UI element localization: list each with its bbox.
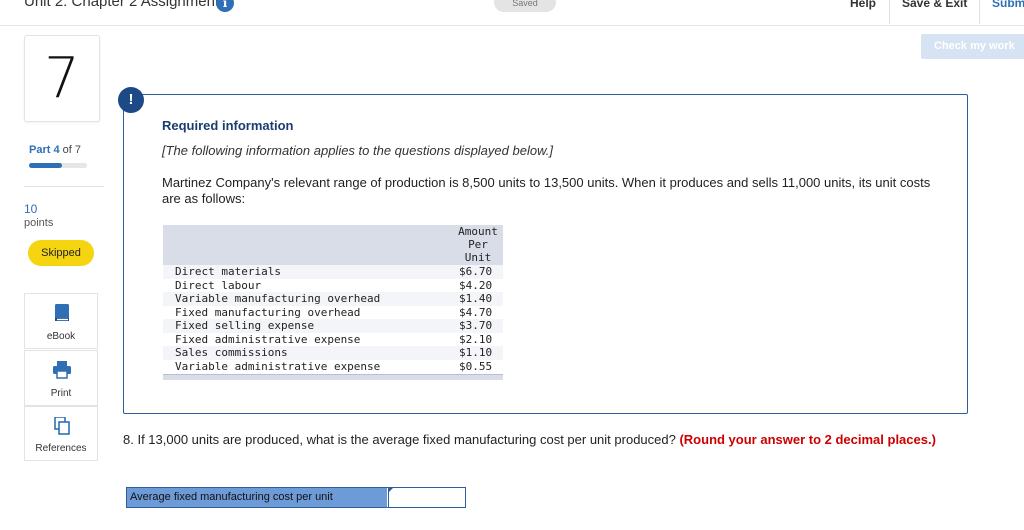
cost-item: Direct materials [175, 265, 281, 278]
header-line: Per [468, 238, 488, 251]
ebook-button[interactable]: eBook [24, 293, 98, 349]
question-text: 8. If 13,000 units are produced, what is… [123, 432, 963, 448]
table-footer [163, 374, 503, 380]
table-row: Direct materials $6.70 [163, 265, 503, 279]
required-info-body: Martinez Company's relevant range of pro… [162, 175, 931, 206]
print-label: Print [50, 388, 72, 399]
book-icon [55, 304, 69, 321]
cost-item: Sales commissions [175, 346, 288, 359]
question-number-card: 7 [24, 35, 100, 122]
submit-link[interactable]: Subm [992, 0, 1024, 10]
copy-icon [54, 417, 70, 435]
question-prompt: 8. If 13,000 units are produced, what is… [123, 432, 676, 447]
cost-value: $3.70 [459, 319, 493, 332]
table-row: Fixed manufacturing overhead $4.70 [163, 306, 503, 320]
required-info-title: Required information [162, 118, 294, 133]
table-body: Direct materials $6.70 Direct labour $4.20 V… [163, 265, 503, 373]
cost-value: $4.70 [459, 305, 493, 319]
references-button[interactable]: References [24, 406, 98, 461]
save-exit-link[interactable]: Save & Exit [902, 0, 967, 10]
cost-item: Fixed manufacturing overhead [175, 305, 361, 319]
table-row: Fixed administrative expense $2.10 [163, 333, 503, 347]
points-label: points [24, 217, 54, 229]
question-number: 7 [44, 46, 80, 111]
input-marker-icon [388, 488, 393, 493]
table-row: Direct labour $4.20 [163, 279, 503, 293]
assignment-title: Unit 2: Chapter 2 Assignment [24, 0, 220, 10]
printer-icon [53, 361, 71, 379]
table-row: Variable administrative expense $0.55 [163, 360, 503, 374]
rounding-hint: (Round your answer to 2 decimal places.) [679, 432, 936, 447]
save-status-badge: Saved [494, 0, 556, 12]
header-line: Unit [464, 251, 492, 264]
table-row: Sales commissions $1.10 [163, 346, 503, 360]
cost-value: $6.70 [459, 265, 493, 278]
answer-row: Average fixed manufacturing cost per uni… [126, 487, 466, 508]
unit-cost-table: Amount Per Unit Direct materials $6.70 Dir… [163, 225, 503, 380]
divider [979, 0, 980, 24]
print-button[interactable]: Print [24, 350, 98, 406]
header-line: Amount [458, 225, 498, 238]
part-indicator: Part 4 of 7 [29, 144, 81, 156]
divider [889, 0, 890, 24]
cost-value: $0.55 [459, 359, 493, 373]
part-current: Part 4 [29, 144, 60, 156]
alert-icon: ! [118, 87, 144, 113]
top-bar: Unit 2: Chapter 2 Assignment i Saved Hel… [0, 0, 1024, 26]
table-header: Amount Per Unit [163, 225, 503, 265]
points-value: 10 [24, 202, 38, 216]
table-row: Variable manufacturing overhead $1.40 [163, 292, 503, 306]
part-progress-bar [29, 163, 87, 168]
info-icon[interactable]: i [216, 0, 234, 12]
required-info-note: [The following information applies to th… [162, 143, 553, 158]
references-label: References [35, 443, 87, 454]
ebook-label: eBook [46, 331, 76, 342]
answer-input[interactable] [388, 488, 465, 507]
part-progress-fill [29, 163, 63, 168]
divider [24, 186, 104, 187]
part-total: of 7 [62, 144, 81, 156]
cost-item: Fixed administrative expense [175, 332, 361, 346]
cost-item: Direct labour [175, 278, 262, 292]
cost-item: Fixed selling expense [175, 319, 315, 332]
cost-value: $2.10 [459, 332, 493, 346]
check-my-work-button[interactable]: Check my work [921, 34, 1024, 59]
cost-value: $4.20 [459, 278, 493, 292]
answer-label: Average fixed manufacturing cost per uni… [127, 488, 387, 507]
help-link[interactable]: Help [850, 0, 876, 10]
cost-item: Variable administrative expense [175, 359, 381, 373]
cost-item: Variable manufacturing overhead [175, 292, 381, 305]
table-row: Fixed selling expense $3.70 [163, 319, 503, 333]
status-badge: Skipped [28, 240, 94, 266]
cost-value: $1.40 [459, 292, 493, 305]
cost-value: $1.10 [459, 346, 493, 359]
amount-column-header: Amount Per Unit [453, 225, 503, 264]
